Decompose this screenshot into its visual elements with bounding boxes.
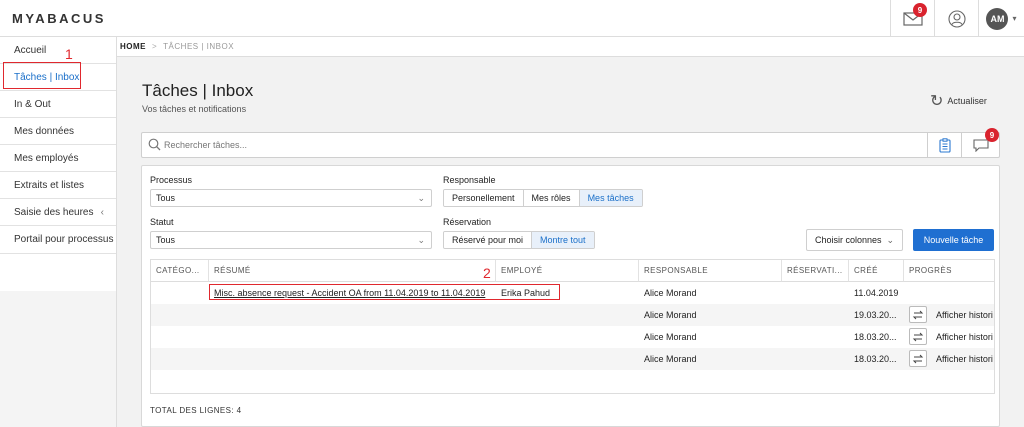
breadcrumb: HOME > TÂCHES | INBOX <box>117 37 1024 57</box>
cell-responsible: Alice Morand <box>644 354 697 364</box>
clipboard-button[interactable] <box>927 133 961 157</box>
mail-button[interactable]: 9 <box>890 0 934 37</box>
chevron-down-icon: ⌄ <box>886 234 895 245</box>
sidebar-item-accueil[interactable]: Accueil <box>0 37 116 64</box>
cell-reservation <box>782 282 849 304</box>
cell-created: 19.03.20... <box>854 310 897 320</box>
processus-value: Tous <box>156 193 176 203</box>
cell-progress[interactable]: Afficher histori <box>931 348 994 370</box>
column-header-reservation[interactable]: RÉSERVATI... <box>782 260 849 282</box>
table-row[interactable]: Alice Morand 18.03.20... Afficher histor… <box>151 326 994 348</box>
cell-category <box>151 282 209 304</box>
column-header-progress[interactable]: PROGRÈS <box>904 260 994 282</box>
sidebar-item-portail-processus[interactable]: Portail pour processus <box>0 226 116 254</box>
sidebar-item-mes-donnees[interactable]: Mes données <box>0 118 116 145</box>
statut-value: Tous <box>156 235 176 245</box>
cell-progress[interactable]: Afficher histori <box>931 304 994 326</box>
search-icon <box>148 138 161 151</box>
statut-label: Statut <box>150 217 174 227</box>
tasks-table: CATÉGO... RÉSUMÉ EMPLOYÉ RESPONSABLE RÉS… <box>150 259 995 394</box>
tasks-panel: Processus Tous ⌄ Statut Tous ⌄ Responsab… <box>141 165 1000 427</box>
refresh-icon: ↻ <box>930 93 944 110</box>
chevron-down-icon: ⌄ <box>417 193 425 203</box>
reservation-option-montre-tout[interactable]: Montre tout <box>532 232 594 248</box>
chevron-down-icon: ⌄ <box>417 235 425 245</box>
choose-columns-button[interactable]: Choisir colonnes ⌄ <box>806 229 903 251</box>
search-bar: 9 <box>141 128 1000 158</box>
top-bar: MYABACUS 9 AM ▾ <box>0 0 1024 37</box>
profile-button[interactable] <box>934 0 978 37</box>
cell-responsible: Alice Morand <box>644 288 697 298</box>
user-icon <box>947 9 966 28</box>
sidebar: Accueil Tâches | Inbox In & Out Mes donn… <box>0 37 117 427</box>
history-button[interactable] <box>909 350 927 367</box>
responsable-option-personellement[interactable]: Personellement <box>444 190 524 206</box>
main-content: HOME > TÂCHES | INBOX Tâches | Inbox Vos… <box>117 37 1024 427</box>
responsable-option-mes-roles[interactable]: Mes rôles <box>523 190 580 206</box>
cell-responsible: Alice Morand <box>644 332 697 342</box>
choose-columns-label: Choisir colonnes <box>814 235 882 245</box>
cell-progress <box>904 282 994 304</box>
reservation-toggle: Réservé pour moi Montre tout <box>443 231 595 249</box>
cell-progress[interactable]: Afficher histori <box>931 326 994 348</box>
reservation-option-reserve[interactable]: Réservé pour moi <box>444 232 533 248</box>
sidebar-item-mes-employes[interactable]: Mes employés <box>0 145 116 172</box>
chevron-left-icon: ‹ <box>100 206 104 218</box>
table-row[interactable]: Alice Morand 18.03.20... Afficher histor… <box>151 348 994 370</box>
responsable-label: Responsable <box>443 175 496 185</box>
breadcrumb-separator: > <box>152 42 158 51</box>
page-subtitle: Vos tâches et notifications <box>142 104 247 114</box>
swap-icon <box>912 310 924 319</box>
cell-created: 18.03.20... <box>854 332 897 342</box>
clipboard-icon <box>938 137 951 153</box>
sidebar-item-in-out[interactable]: In & Out <box>0 91 116 118</box>
statut-select[interactable]: Tous ⌄ <box>150 231 432 249</box>
responsable-toggle: Personellement Mes rôles Mes tâches <box>443 189 643 207</box>
account-menu[interactable]: AM ▾ <box>978 0 1024 37</box>
table-row[interactable]: Alice Morand 19.03.20... Afficher histor… <box>151 304 994 326</box>
refresh-button[interactable]: ↻ Actualiser <box>930 91 987 111</box>
cell-responsible: Alice Morand <box>644 310 697 320</box>
annotation-box-2 <box>209 284 560 300</box>
column-header-category[interactable]: CATÉGO... <box>151 260 209 282</box>
refresh-label: Actualiser <box>947 96 987 106</box>
app-logo[interactable]: MYABACUS <box>12 11 106 26</box>
notifications-badge: 9 <box>985 128 999 142</box>
breadcrumb-current: TÂCHES | INBOX <box>163 42 235 51</box>
cell-created: 18.03.20... <box>854 354 897 364</box>
notifications-button[interactable]: 9 <box>961 128 1000 157</box>
column-header-summary[interactable]: RÉSUMÉ <box>209 260 496 282</box>
sidebar-item-saisie-heures[interactable]: Saisie des heures ‹ <box>0 199 116 226</box>
responsable-option-mes-taches[interactable]: Mes tâches <box>579 190 642 206</box>
cell-created: 11.04.2019 <box>854 288 899 298</box>
sidebar-item-label: Saisie des heures <box>14 206 94 218</box>
history-button[interactable] <box>909 328 927 345</box>
column-header-employee[interactable]: EMPLOYÉ <box>496 260 639 282</box>
mail-badge: 9 <box>913 3 927 17</box>
column-header-created[interactable]: CRÉÉ <box>849 260 904 282</box>
breadcrumb-home[interactable]: HOME <box>120 42 146 51</box>
sidebar-empty-area <box>0 291 116 427</box>
chevron-down-icon: ▾ <box>1012 14 1017 23</box>
processus-select[interactable]: Tous ⌄ <box>150 189 432 207</box>
column-header-responsible[interactable]: RESPONSABLE <box>639 260 782 282</box>
swap-icon <box>912 354 924 363</box>
annotation-box-1 <box>3 62 81 89</box>
annotation-marker-1: 1 <box>65 46 73 62</box>
page-title: Tâches | Inbox <box>142 81 254 100</box>
total-rows-label: TOTAL DES LIGNES: 4 <box>150 406 242 415</box>
new-task-button[interactable]: Nouvelle tâche <box>913 229 994 251</box>
reservation-label: Réservation <box>443 217 492 227</box>
swap-icon <box>912 332 924 341</box>
search-input[interactable] <box>164 138 924 152</box>
annotation-marker-2: 2 <box>483 265 491 281</box>
history-button[interactable] <box>909 306 927 323</box>
processus-label: Processus <box>150 175 193 185</box>
avatar: AM <box>986 7 1009 30</box>
sidebar-item-extraits-listes[interactable]: Extraits et listes <box>0 172 116 199</box>
